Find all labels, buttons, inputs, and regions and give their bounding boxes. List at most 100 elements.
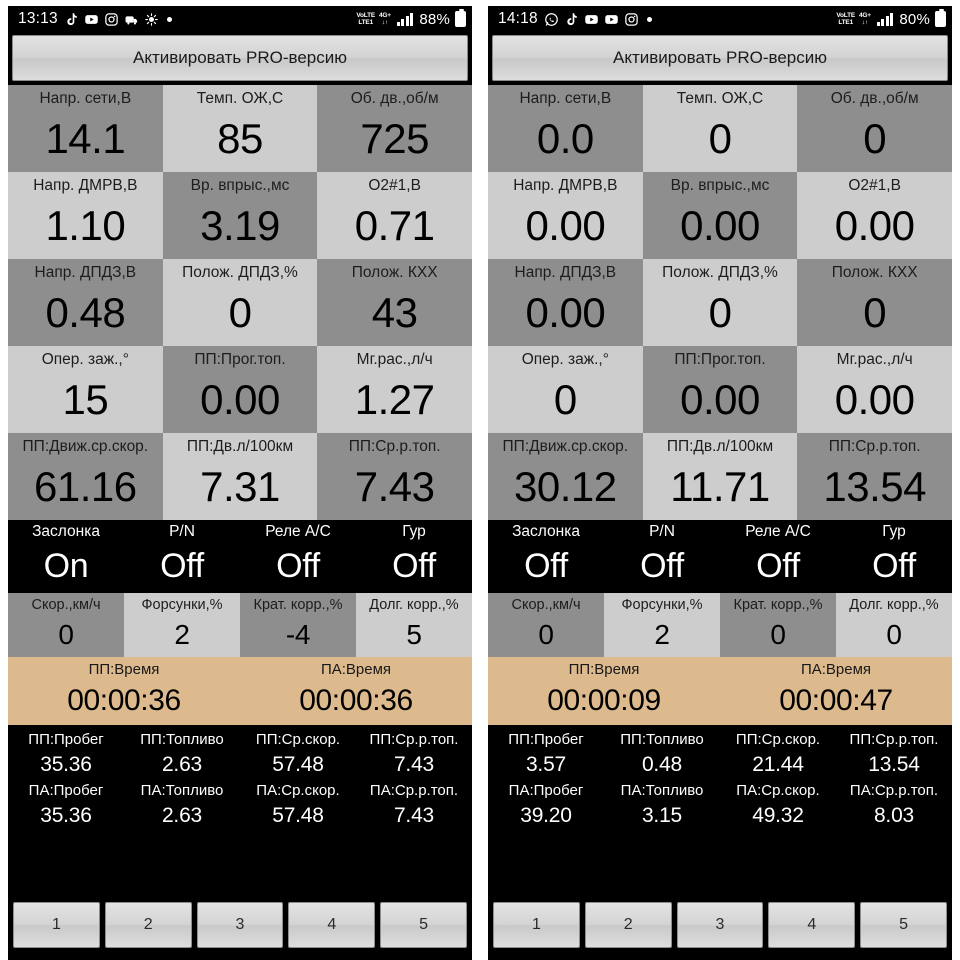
preset-button-2[interactable]: 2 xyxy=(584,902,672,948)
trip-label: ПА:Ср.скор. xyxy=(256,782,340,799)
pro-button-wrap: Активировать PRO-версию xyxy=(488,32,952,85)
dot-icon xyxy=(646,16,652,22)
small-gauge-cell: Долг. корр.,% 0 xyxy=(836,593,952,657)
switch-label: Заслонка xyxy=(32,523,100,540)
activate-pro-button[interactable]: Активировать PRO-версию xyxy=(12,35,468,81)
preset-button-5[interactable]: 5 xyxy=(380,902,467,948)
trip-label-row: ПП:Пробег ПП:Топливо ПП:Ср.скор. ПП:Ср.р.то… xyxy=(488,729,952,750)
gauge-label: Полож. ДПДЗ,% xyxy=(662,264,778,281)
gauge-grid: Напр. сети,В 14.1 Темп. ОЖ,С 85 Об. дв.,об/м… xyxy=(8,85,472,520)
switch-cell: P/N Off xyxy=(604,520,720,593)
preset-button-1[interactable]: 1 xyxy=(493,902,580,948)
gauge-label: Напр. сети,В xyxy=(519,90,612,107)
gauge-label: Темп. ОЖ,С xyxy=(196,90,284,107)
small-gauge-cell: Долг. корр.,% 5 xyxy=(356,593,472,657)
volte-top: VoLTE xyxy=(356,12,375,19)
activate-pro-button[interactable]: Активировать PRO-версию xyxy=(492,35,948,81)
switch-value: Off xyxy=(524,547,568,585)
gauge-cell: ПП:Движ.ср.скор. 30.12 xyxy=(488,433,643,520)
youtube-icon xyxy=(604,12,619,27)
gauge-label: Мг.рас.,л/ч xyxy=(836,351,913,368)
gauge-cell: Напр. сети,В 0.0 xyxy=(488,85,643,172)
screen-left: 13:13 VoLTE LTE1 4G+ ↓↑ 88% Активировать PRO-в… xyxy=(8,6,472,960)
preset-button-3[interactable]: 3 xyxy=(676,902,764,948)
gauge-label: Напр. ДПДЗ,В xyxy=(34,264,137,281)
trip-value-row: 39.20 3.15 49.32 8.03 xyxy=(488,801,952,831)
network-type-indicator: 4G+ ↓↑ xyxy=(859,12,871,26)
gauge-cell: ПП:Прог.топ. 0.00 xyxy=(162,346,318,433)
gauge-label: Полож. КХХ xyxy=(351,264,438,281)
switch-cell: Гур Off xyxy=(356,520,472,593)
trip-value: 0.48 xyxy=(641,753,683,776)
network-type-indicator: 4G+ ↓↑ xyxy=(379,12,391,26)
small-gauge-row: Скор.,км/ч 0 Форсунки,% 2 Крат. корр.,% 0 Долг… xyxy=(488,593,952,657)
gauge-cell: ПП:Прог.топ. 0.00 xyxy=(642,346,798,433)
gauge-label: Опер. заж.,° xyxy=(41,351,129,368)
switch-label: Реле A/C xyxy=(745,523,811,540)
volte-top: VoLTE xyxy=(836,12,855,19)
gauge-label: O2#1,В xyxy=(848,177,901,194)
gauge-value: 7.31 xyxy=(200,463,280,510)
trip-value: 3.57 xyxy=(525,753,567,776)
music-note-icon xyxy=(124,12,139,27)
gauge-label: ПП:Ср.р.топ. xyxy=(828,438,921,455)
instagram-icon xyxy=(624,12,639,27)
gauge-label: Вр. впрыс.,мс xyxy=(190,177,290,194)
gauge-cell: Темп. ОЖ,С 0 xyxy=(642,85,798,172)
preset-button-4[interactable]: 4 xyxy=(768,902,856,948)
gauge-value: 0.71 xyxy=(354,202,435,249)
preset-button-5[interactable]: 5 xyxy=(860,902,947,948)
preset-button-2[interactable]: 2 xyxy=(104,902,192,948)
trip-table: ПП:Пробег ПП:Топливо ПП:Ср.скор. ПП:Ср.р.то… xyxy=(488,725,952,831)
trip-value: 7.43 xyxy=(393,753,435,776)
network-generation: 4G+ xyxy=(859,12,871,19)
gauge-label: ПП:Дв.л/100км xyxy=(666,438,774,455)
preset-button-row: 12345 xyxy=(8,902,472,948)
dot-icon xyxy=(166,16,172,22)
time-label: ПП:Время xyxy=(568,661,640,678)
gauge-cell: ПП:Ср.р.топ. 7.43 xyxy=(317,433,472,520)
small-gauge-value: 5 xyxy=(406,619,422,650)
gauge-cell: Напр. ДПДЗ,В 0.48 xyxy=(8,259,163,346)
trip-value-row: 35.36 2.63 57.48 7.43 xyxy=(8,801,472,831)
preset-button-row: 12345 xyxy=(488,902,952,948)
preset-button-4[interactable]: 4 xyxy=(288,902,376,948)
gauge-value: 0.00 xyxy=(200,376,280,423)
gauge-value: 0.00 xyxy=(525,202,606,249)
gauge-value: 0.0 xyxy=(536,115,594,162)
battery-icon xyxy=(935,8,946,27)
preset-button-3[interactable]: 3 xyxy=(196,902,284,948)
gauge-value: 0 xyxy=(708,115,732,162)
trip-label: ПА:Топливо xyxy=(140,782,224,799)
trip-value: 21.44 xyxy=(752,753,804,776)
gauge-value: 11.71 xyxy=(670,463,770,510)
trip-label: ПА:Топливо xyxy=(620,782,704,799)
preset-button-1[interactable]: 1 xyxy=(13,902,100,948)
trip-label: ПП:Пробег xyxy=(28,731,104,748)
small-gauge-cell: Скор.,км/ч 0 xyxy=(8,593,124,657)
status-time: 14:18 xyxy=(498,10,538,27)
gauge-label: Мг.рас.,л/ч xyxy=(356,351,433,368)
switch-label: Гур xyxy=(402,523,426,540)
gauge-label: Темп. ОЖ,С xyxy=(676,90,764,107)
battery-percentage: 80% xyxy=(899,10,930,28)
gauge-cell: Напр. ДМРВ,В 1.10 xyxy=(8,172,163,259)
gauge-value: 0.48 xyxy=(45,289,126,336)
volte-indicator: VoLTE LTE1 xyxy=(356,12,375,26)
gauge-value: 0.00 xyxy=(680,376,760,423)
instagram-icon xyxy=(104,12,119,27)
time-cell: ПА:Время 00:00:36 xyxy=(240,657,472,725)
gauge-label: O2#1,В xyxy=(368,177,421,194)
trip-label: ПП:Ср.р.топ. xyxy=(849,731,939,748)
volte-bottom: LTE1 xyxy=(358,19,373,26)
trip-label: ПА:Пробег xyxy=(508,782,584,799)
small-gauge-cell: Крат. корр.,% -4 xyxy=(240,593,356,657)
small-gauge-cell: Форсунки,% 2 xyxy=(124,593,240,657)
trip-value: 2.63 xyxy=(161,804,203,827)
small-gauge-label: Крат. корр.,% xyxy=(733,597,823,613)
gauge-cell: Полож. ДПДЗ,% 0 xyxy=(642,259,798,346)
switch-cell: P/N Off xyxy=(124,520,240,593)
time-value: 00:00:36 xyxy=(67,684,181,717)
time-label: ПА:Время xyxy=(320,661,392,678)
gauge-value: 0 xyxy=(863,115,887,162)
